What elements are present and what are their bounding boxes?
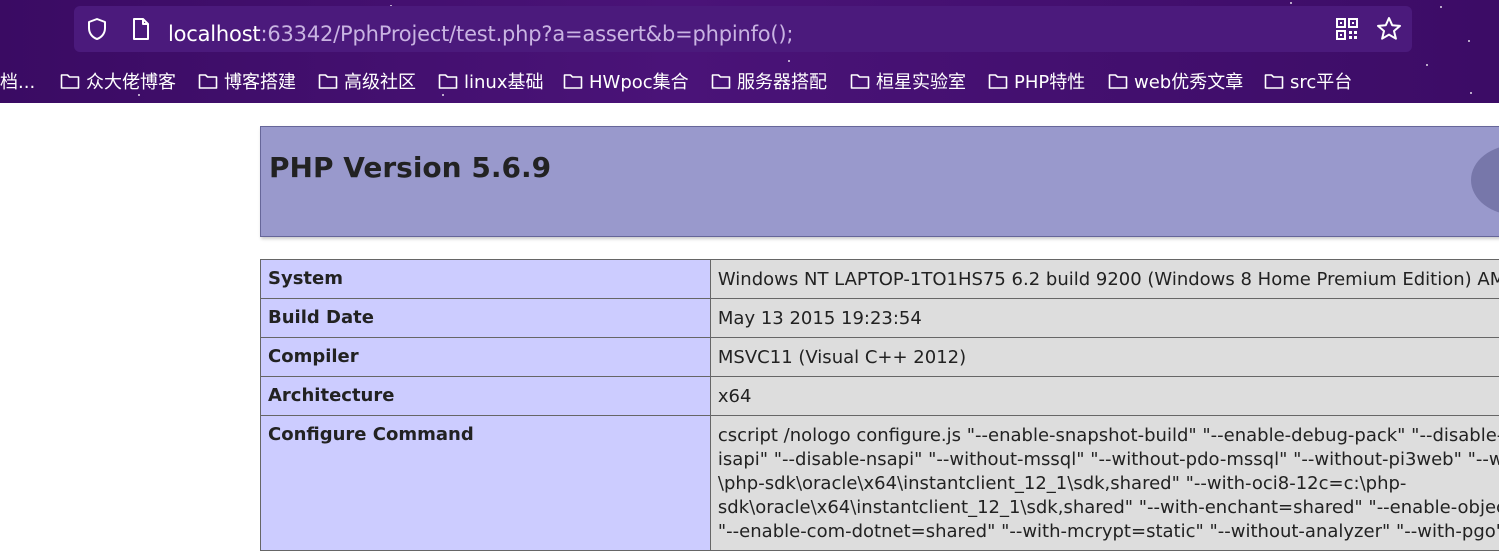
php-logo (1471, 145, 1499, 215)
row-value: MSVC11 (Visual C++ 2012) (710, 338, 1499, 377)
bookmark-folder[interactable]: 桓星实验室 (850, 69, 966, 93)
folder-icon (60, 72, 80, 90)
qr-code-icon[interactable] (1336, 18, 1358, 40)
bookmark-label: 高级社区 (344, 68, 416, 94)
star-decoration (1468, 40, 1470, 42)
bookmark-folder[interactable]: HWpoc集合 (563, 69, 689, 93)
table-row: Architecture x64 (261, 377, 1499, 416)
bookmark-label: src平台 (1290, 68, 1352, 94)
bookmark-label: PHP特性 (1014, 68, 1085, 94)
bookmark-folder[interactable]: 博客搭建 (198, 69, 296, 93)
folder-icon (563, 72, 583, 90)
folder-icon (318, 72, 338, 90)
folder-icon (1108, 72, 1128, 90)
bookmark-label: 桓星实验室 (876, 68, 966, 94)
bookmark-folder[interactable]: src平台 (1264, 69, 1352, 93)
bookmark-folder[interactable]: linux基础 (438, 69, 543, 93)
page-icon (131, 17, 151, 41)
row-value: x64 (710, 377, 1499, 416)
row-value: May 13 2015 19:23:54 (710, 299, 1499, 338)
bookmark-folder[interactable]: web优秀文章 (1108, 69, 1243, 93)
folder-icon (438, 72, 458, 90)
bookmark-label: 博客搭建 (224, 68, 296, 94)
folder-icon (711, 72, 731, 90)
configure-line: sdk\oracle\x64\instantclient_12_1\sdk,sh… (718, 496, 1499, 520)
shield-icon[interactable] (86, 17, 108, 41)
table-row: Configure Command cscript /nologo config… (261, 416, 1499, 551)
url-text[interactable]: localhost:63342/PphProject/test.php?a=as… (168, 20, 793, 48)
bookmark-folder[interactable]: 服务器搭配 (711, 69, 827, 93)
configure-line: "--enable-com-dotnet=shared" "--with-mcr… (718, 520, 1499, 544)
address-bar[interactable]: localhost:63342/PphProject/test.php?a=as… (74, 6, 1412, 52)
bookmark-label: 档... (0, 68, 35, 94)
folder-icon (1264, 72, 1284, 90)
row-key: Build Date (261, 299, 711, 338)
bookmark-label: linux基础 (464, 68, 543, 94)
configure-line: \php-sdk\oracle\x64\instantclient_12_1\s… (718, 472, 1499, 496)
row-key: Configure Command (261, 416, 711, 551)
php-info-table: System Windows NT LAPTOP-1TO1HS75 6.2 bu… (260, 259, 1499, 551)
bookmark-label: 服务器搭配 (737, 68, 827, 94)
bookmark-truncated[interactable]: 档... (0, 69, 35, 93)
folder-icon (198, 72, 218, 90)
bookmark-folder[interactable]: PHP特性 (988, 69, 1085, 93)
bookmark-folder[interactable]: 众大佬博客 (60, 69, 176, 93)
star-decoration (1290, 2, 1292, 4)
page-title: PHP Version 5.6.9 (269, 151, 551, 184)
browser-chrome: localhost:63342/PphProject/test.php?a=as… (0, 0, 1499, 103)
row-key: System (261, 260, 711, 299)
row-value: Windows NT LAPTOP-1TO1HS75 6.2 build 920… (710, 260, 1499, 299)
bookmark-folder[interactable]: 高级社区 (318, 69, 416, 93)
bookmark-label: HWpoc集合 (589, 68, 689, 94)
url-path: :63342/PphProject/test.php?a=assert&b=ph… (260, 22, 793, 46)
table-row: System Windows NT LAPTOP-1TO1HS75 6.2 bu… (261, 260, 1499, 299)
folder-icon (988, 72, 1008, 90)
bookmark-label: web优秀文章 (1134, 68, 1243, 94)
url-host: localhost (168, 22, 260, 46)
row-key: Architecture (261, 377, 711, 416)
table-row: Compiler MSVC11 (Visual C++ 2012) (261, 338, 1499, 377)
php-version-header: PHP Version 5.6.9 (260, 126, 1499, 237)
folder-icon (850, 72, 870, 90)
table-row: Build Date May 13 2015 19:23:54 (261, 299, 1499, 338)
row-key: Compiler (261, 338, 711, 377)
row-value-configure: cscript /nologo configure.js "--enable-s… (710, 416, 1499, 551)
configure-line: isapi" "--disable-nsapi" "--without-mssq… (718, 448, 1499, 472)
star-bookmark-icon[interactable] (1376, 16, 1402, 42)
bookmark-label: 众大佬博客 (86, 68, 176, 94)
bookmarks-toolbar: 档... 众大佬博客 博客搭建 高级社区 linux基础 HWpoc集合 服务器… (0, 62, 1499, 100)
star-decoration (1440, 6, 1442, 8)
configure-line: cscript /nologo configure.js "--enable-s… (718, 424, 1499, 448)
